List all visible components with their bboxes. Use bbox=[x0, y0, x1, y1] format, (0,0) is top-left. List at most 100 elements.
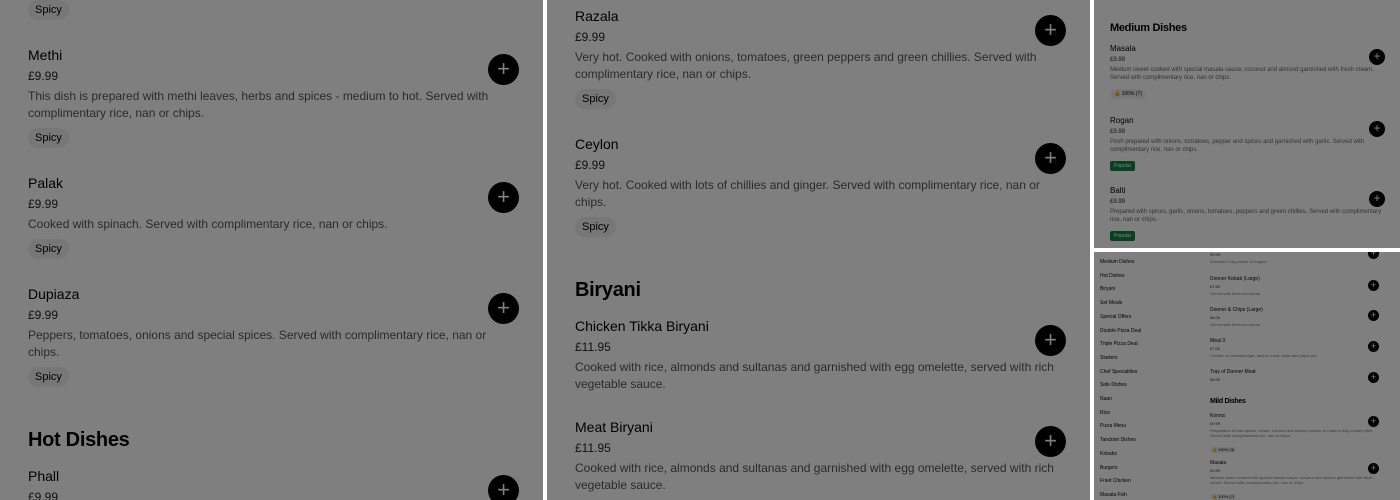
category-link[interactable]: Fried Chicken bbox=[1100, 475, 1200, 489]
category-link[interactable]: Chef Specialities bbox=[1100, 366, 1200, 380]
category-link[interactable]: Hot Dishes bbox=[1100, 270, 1200, 284]
menu-item[interactable]: Rogan £9.99 Posh prepared with onions, t… bbox=[1110, 116, 1385, 172]
add-to-basket-button[interactable]: + bbox=[1368, 280, 1379, 291]
item-price: £9.99 bbox=[28, 197, 59, 211]
add-to-basket-button[interactable]: + bbox=[1368, 416, 1379, 427]
add-to-basket-button[interactable]: + bbox=[488, 475, 519, 500]
add-to-basket-button[interactable]: + bbox=[488, 54, 519, 85]
menu-item[interactable]: Razala £9.99 Very hot. Cooked with onion… bbox=[575, 7, 1060, 109]
add-to-basket-button[interactable]: + bbox=[1368, 372, 1379, 383]
category-link[interactable]: Naan bbox=[1100, 393, 1200, 407]
category-link[interactable]: Tandoori Dishes bbox=[1100, 434, 1200, 448]
item-description: Preparation of mild spices, cream, cocon… bbox=[1210, 428, 1373, 438]
add-to-basket-button[interactable]: + bbox=[488, 293, 519, 324]
menu-item[interactable]: Masala £9.99 Medium sweet cooked with sp… bbox=[1110, 44, 1385, 100]
category-link[interactable]: Pizza Menu bbox=[1100, 420, 1200, 434]
category-link[interactable]: Double Pizza Deal bbox=[1100, 325, 1200, 339]
section-title-hot-dishes: Hot Dishes bbox=[28, 429, 130, 451]
menu-panel-top-right: Medium Dishes Masala £9.99 Medium sweet … bbox=[1094, 0, 1400, 248]
category-link[interactable]: Set Meals bbox=[1100, 297, 1200, 311]
category-link[interactable]: Burgers bbox=[1100, 462, 1200, 476]
item-description: Served with fresh nan bread bbox=[1210, 322, 1261, 327]
item-price: £8.00 bbox=[1210, 377, 1221, 382]
item-name: Masala bbox=[1210, 460, 1227, 466]
item-description: Medium sweet cooked with special masala … bbox=[1210, 475, 1373, 485]
spicy-tag: Spicy bbox=[28, 0, 69, 20]
add-to-basket-button[interactable]: + bbox=[1035, 426, 1066, 457]
item-description: Chicken or cheeseburger, donner meat, ch… bbox=[1210, 353, 1317, 358]
menu-item[interactable]: Balti £9.99 Prepared with spices, garlic… bbox=[1110, 186, 1385, 242]
item-name: Razala bbox=[575, 8, 619, 24]
section-title-mild-dishes: Mild Dishes bbox=[1210, 398, 1246, 405]
item-price: £9.99 bbox=[575, 158, 606, 172]
menu-item[interactable]: £9.99 Excludes 4 rig pizza's & burgers bbox=[1210, 252, 1385, 264]
item-price: £9.99 bbox=[575, 30, 606, 44]
add-to-basket-button[interactable]: + bbox=[1035, 325, 1066, 356]
item-name: Korma bbox=[1210, 413, 1225, 419]
menu-item[interactable]: Korma £9.99 Preparation of mild spices, … bbox=[1210, 413, 1385, 456]
add-to-basket-button[interactable]: + bbox=[1368, 463, 1379, 474]
menu-item[interactable]: Masala £9.99 Medium sweet cooked with sp… bbox=[1210, 460, 1385, 500]
category-link[interactable]: Kebabs bbox=[1100, 448, 1200, 462]
item-description: Cooked with spinach. Served with complim… bbox=[28, 217, 388, 231]
menu-item[interactable]: Donner Kebab (Large) £7.50 Served with f… bbox=[1210, 276, 1385, 296]
item-description: Excludes 4 rig pizza's & burgers bbox=[1210, 259, 1267, 264]
item-name: Methi bbox=[28, 47, 63, 63]
menu-item[interactable]: Chicken Tikka Biryani £11.95 Cooked with… bbox=[575, 317, 1065, 393]
menu-item[interactable]: Meat Biryani £11.95 Cooked with rice, al… bbox=[575, 418, 1065, 494]
item-price: £11.95 bbox=[575, 340, 611, 354]
menu-item[interactable]: Palak £9.99 Cooked with spinach. Served … bbox=[28, 174, 498, 259]
category-link[interactable]: Medium Dishes bbox=[1100, 256, 1200, 270]
menu-item[interactable]: Donner & Chips (Large) £8.00 Served with… bbox=[1210, 307, 1385, 327]
item-price: £9.99 bbox=[1110, 129, 1126, 135]
menu-item[interactable]: Dupiaza £9.99 Peppers, tomatoes, onions … bbox=[28, 285, 498, 387]
menu-panel-bottom-right: Medium Dishes Hot Dishes Biryani Set Mea… bbox=[1094, 252, 1400, 500]
item-name: Masala bbox=[1110, 44, 1136, 53]
spicy-tag: Spicy bbox=[28, 128, 69, 148]
menu-panel-center: Razala £9.99 Very hot. Cooked with onion… bbox=[547, 0, 1090, 500]
item-name: Meal 3 bbox=[1210, 338, 1226, 344]
category-link[interactable]: Side Dishes bbox=[1100, 379, 1200, 393]
item-name: Rogan bbox=[1110, 116, 1134, 125]
item-price: £9.99 bbox=[28, 490, 59, 500]
item-name: Phall bbox=[28, 468, 60, 484]
add-to-basket-button[interactable]: + bbox=[1369, 191, 1385, 207]
spicy-tag: Spicy bbox=[28, 367, 69, 387]
item-name: Chicken Tikka Biryani bbox=[575, 318, 709, 334]
item-price: £9.99 bbox=[1210, 252, 1221, 257]
section-title-medium-dishes: Medium Dishes bbox=[1110, 22, 1187, 34]
item-description: Served with fresh nan bread bbox=[1210, 291, 1261, 296]
add-to-basket-button[interactable]: + bbox=[488, 182, 519, 213]
category-link[interactable]: Rice bbox=[1100, 407, 1200, 421]
category-link[interactable]: Triple Pizza Deal bbox=[1100, 338, 1200, 352]
menu-item[interactable]: Phall £9.99 bbox=[28, 467, 498, 500]
category-link[interactable]: Biryani bbox=[1100, 283, 1200, 297]
rating-badge: 👍 100% (7) bbox=[1110, 89, 1146, 99]
add-to-basket-button[interactable]: + bbox=[1369, 49, 1385, 65]
add-to-basket-button[interactable]: + bbox=[1368, 341, 1379, 352]
add-to-basket-button[interactable]: + bbox=[1368, 310, 1379, 321]
spicy-tag: Spicy bbox=[575, 217, 616, 237]
menu-item[interactable]: Methi £9.99 This dish is prepared with m… bbox=[28, 46, 498, 148]
item-description: Very hot. Cooked with onions, tomatoes, … bbox=[575, 50, 1037, 81]
item-name: Tray of Donner Meat bbox=[1210, 369, 1256, 375]
rating-badge: 👍 100% (7) bbox=[1210, 494, 1237, 500]
popular-badge: Popular bbox=[1110, 161, 1136, 171]
rating-badge: 👍 100% (3) bbox=[1210, 447, 1237, 453]
add-to-basket-button[interactable]: + bbox=[1035, 143, 1066, 174]
menu-item[interactable]: Ceylon £9.99 Very hot. Cooked with lots … bbox=[575, 135, 1060, 237]
add-to-basket-button[interactable]: + bbox=[1369, 121, 1385, 137]
item-price: £8.00 bbox=[1210, 315, 1221, 320]
menu-item[interactable]: Meal 3 £7.00 Chicken or cheeseburger, do… bbox=[1210, 338, 1385, 358]
category-link[interactable]: Masala Fish bbox=[1100, 489, 1200, 500]
item-price: £9.99 bbox=[1210, 468, 1221, 473]
menu-item[interactable]: Tray of Donner Meat £8.00 bbox=[1210, 369, 1385, 383]
item-name: Balti bbox=[1110, 186, 1126, 195]
category-sidebar: Medium Dishes Hot Dishes Biryani Set Mea… bbox=[1100, 256, 1200, 500]
spicy-tag: Spicy bbox=[575, 89, 616, 109]
category-link[interactable]: Starters bbox=[1100, 352, 1200, 366]
category-link[interactable]: Special Offers bbox=[1100, 311, 1200, 325]
item-description: Prepared with spices, garlic, onions, to… bbox=[1110, 209, 1382, 223]
item-description: This dish is prepared with methi leaves,… bbox=[28, 89, 489, 120]
add-to-basket-button[interactable]: + bbox=[1035, 15, 1066, 46]
